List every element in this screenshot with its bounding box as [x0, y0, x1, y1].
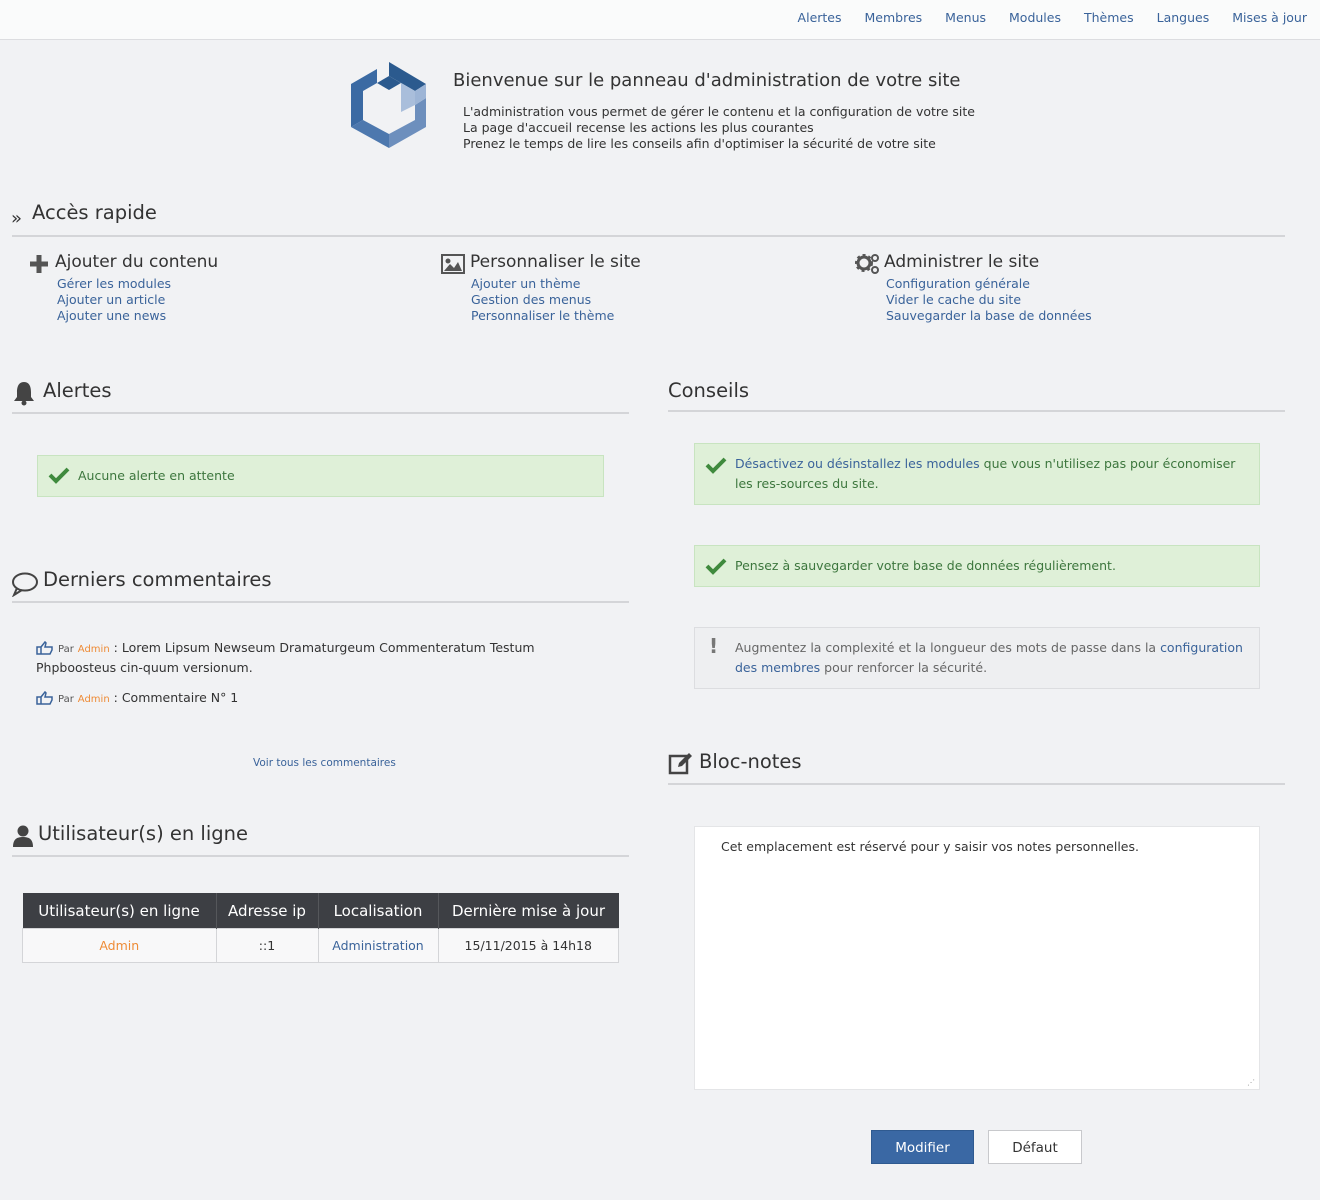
nav-langues[interactable]: Langues [1157, 10, 1210, 25]
edit-icon [668, 752, 694, 776]
ip-cell: ::1 [215, 928, 319, 963]
welcome-title: Bienvenue sur le panneau d'administratio… [453, 70, 961, 91]
tip-message: Pensez à sauvegarder votre base de donné… [694, 545, 1260, 587]
check-icon [48, 466, 70, 490]
plus-icon [29, 254, 49, 274]
nav-themes[interactable]: Thèmes [1084, 10, 1134, 25]
see-all-comments-link[interactable]: Voir tous les commentaires [253, 757, 396, 769]
quick-link-configuration-generale[interactable]: Configuration générale [886, 276, 1030, 291]
user-cell[interactable]: Admin [22, 928, 217, 963]
quick-link-ajouter-news[interactable]: Ajouter une news [57, 308, 166, 323]
quick-link-gerer-modules[interactable]: Gérer les modules [57, 276, 171, 291]
updated-cell: 15/11/2015 à 14h18 [437, 928, 619, 963]
column-header: Adresse ip [216, 893, 319, 929]
comment-text: : Lorem Lipsum Newseum Dramaturgeum Comm… [36, 640, 535, 675]
nav-menus[interactable]: Menus [945, 10, 986, 25]
online-users-title: Utilisateur(s) en ligne [38, 822, 248, 845]
thumbs-up-icon [36, 640, 54, 655]
quick-access-title: Accès rapide [32, 201, 157, 224]
quick-link-sauvegarder-bdd[interactable]: Sauvegarder la base de données [886, 308, 1092, 323]
check-icon [705, 456, 727, 480]
comment-author[interactable]: Admin [78, 694, 110, 705]
nav-alertes[interactable]: Alertes [798, 10, 842, 25]
quick-link-vider-cache[interactable]: Vider le cache du site [886, 292, 1021, 307]
column-header: Localisation [318, 893, 439, 929]
bell-icon [12, 380, 36, 406]
comment-by-label: Par [57, 694, 74, 705]
comment-text: : Commentaire N° 1 [109, 690, 239, 705]
nav-modules[interactable]: Modules [1009, 10, 1061, 25]
section-divider [12, 412, 629, 414]
tips-title: Conseils [668, 379, 750, 402]
comment-by-label: Par [57, 644, 74, 655]
tip-message: Désactivez ou désinstallez les modules q… [694, 443, 1260, 505]
top-navigation: Alertes Membres Menus Modules Thèmes Lan… [775, 10, 1307, 25]
tip-link-modules[interactable]: Désactivez ou désinstallez les modules [735, 456, 980, 471]
user-icon [12, 824, 34, 848]
speech-bubble-icon [11, 571, 39, 598]
default-button[interactable]: Défaut [988, 1130, 1082, 1164]
comment-item: Par Admin : Commentaire N° 1 [36, 689, 606, 709]
resize-handle-icon[interactable]: ⋰ [1247, 1078, 1255, 1087]
thumbs-up-icon [36, 690, 54, 705]
quick-access-column-title: Personnaliser le site [470, 252, 641, 272]
online-users-table: Utilisateur(s) en ligne Adresse ip Local… [22, 893, 619, 963]
alerts-title: Alertes [43, 379, 112, 402]
alert-message: Aucune alerte en attente [37, 455, 604, 497]
double-chevron-icon: » [11, 208, 23, 229]
comment-author[interactable]: Admin [78, 644, 110, 655]
location-cell[interactable]: Administration [317, 928, 439, 963]
column-header: Utilisateur(s) en ligne [22, 893, 217, 929]
exclamation-icon: ! [709, 634, 719, 658]
site-logo [351, 62, 426, 148]
notepad-title: Bloc-notes [699, 750, 802, 773]
tip-notice: ! Augmentez la complexité et la longueur… [694, 627, 1260, 689]
gears-icon [855, 252, 881, 276]
tip-text: Pensez à sauvegarder votre base de donné… [735, 558, 1116, 573]
column-header: Dernière mise à jour [438, 893, 619, 929]
welcome-line: Prenez le temps de lire les conseils afi… [463, 136, 936, 151]
table-row: Admin ::1 Administration 15/11/2015 à 14… [22, 928, 619, 963]
tip-text: Augmentez la complexité et la longueur d… [735, 640, 1161, 655]
section-divider [12, 235, 1285, 237]
image-icon [441, 254, 465, 274]
quick-link-gestion-menus[interactable]: Gestion des menus [471, 292, 591, 307]
alert-text: Aucune alerte en attente [78, 468, 235, 483]
quick-access-column-title: Ajouter du contenu [55, 252, 219, 272]
comments-title: Derniers commentaires [43, 568, 272, 591]
nav-mises-a-jour[interactable]: Mises à jour [1232, 10, 1307, 25]
comment-item: Par Admin : Lorem Lipsum Newseum Dramatu… [36, 639, 606, 677]
welcome-line: L'administration vous permet de gérer le… [463, 104, 975, 119]
quick-link-ajouter-theme[interactable]: Ajouter un thème [471, 276, 581, 291]
notepad-content: Cet emplacement est réservé pour y saisi… [721, 839, 1139, 854]
nav-membres[interactable]: Membres [865, 10, 923, 25]
quick-access-column-title: Administrer le site [884, 252, 1040, 272]
top-bar: Alertes Membres Menus Modules Thèmes Lan… [0, 0, 1320, 40]
quick-link-ajouter-article[interactable]: Ajouter un article [57, 292, 165, 307]
quick-link-personnaliser-theme[interactable]: Personnaliser le thème [471, 308, 614, 323]
table-header-row: Utilisateur(s) en ligne Adresse ip Local… [22, 893, 619, 929]
section-divider [668, 410, 1285, 412]
section-divider [668, 783, 1285, 785]
tip-text: pour renforcer la sécurité. [820, 660, 988, 675]
section-divider [12, 855, 629, 857]
section-divider [12, 601, 629, 603]
notepad-textarea[interactable]: Cet emplacement est réservé pour y saisi… [694, 826, 1260, 1090]
check-icon [705, 557, 727, 581]
welcome-line: La page d'accueil recense les actions le… [463, 120, 814, 135]
modify-button[interactable]: Modifier [871, 1130, 974, 1164]
